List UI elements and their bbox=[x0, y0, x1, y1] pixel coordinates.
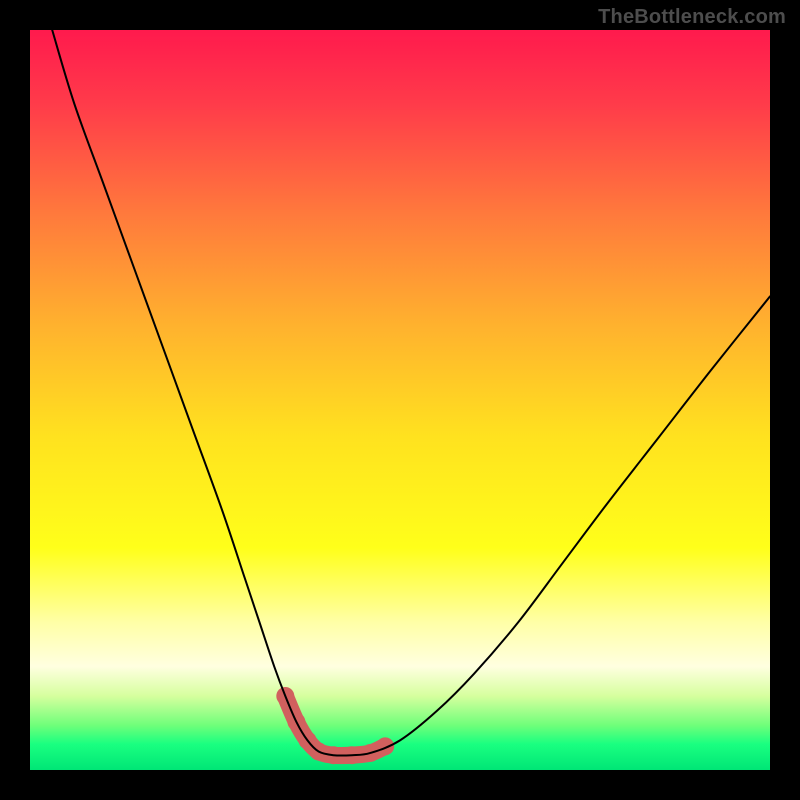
chart-stage: TheBottleneck.com bbox=[0, 0, 800, 800]
bottleneck-plot bbox=[0, 0, 800, 800]
gradient-background bbox=[30, 30, 770, 770]
watermark-text: TheBottleneck.com bbox=[598, 6, 786, 29]
highlight-dot bbox=[376, 737, 394, 755]
